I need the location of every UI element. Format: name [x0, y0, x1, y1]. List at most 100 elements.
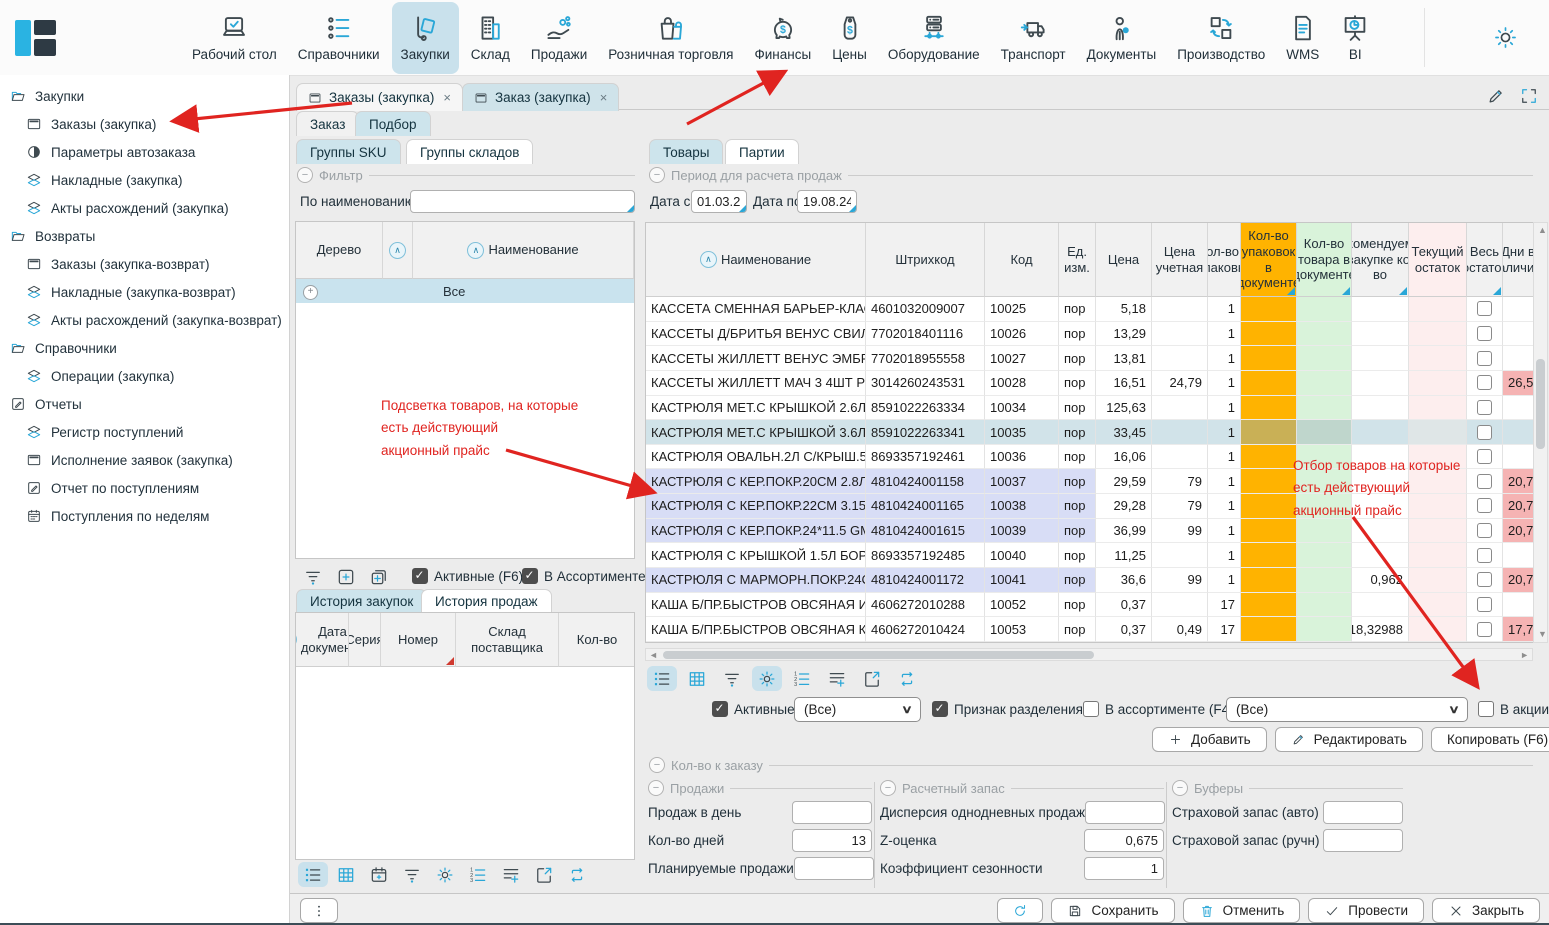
module-item[interactable]: BI: [1331, 2, 1379, 74]
column-header[interactable]: Штрихкод: [866, 223, 985, 297]
assortment-filter-select[interactable]: (Все) ∨: [1226, 697, 1468, 722]
column-header[interactable]: Цена учетная: [1152, 223, 1208, 297]
plus-box-icon-button[interactable]: [331, 564, 361, 589]
field-input[interactable]: [792, 801, 872, 824]
export-icon-button[interactable]: [857, 666, 887, 691]
subtab[interactable]: Заказ: [296, 111, 359, 136]
product-row[interactable]: КАССЕТА СМЕННАЯ БАРЬЕР-КЛАССИ46010320090…: [646, 297, 1534, 322]
product-row[interactable]: КАСТРЮЛЯ С МАРМОРН.ПОКР.24СМ481042400117…: [646, 568, 1534, 593]
tab-warehouse-groups[interactable]: Группы складов: [406, 139, 533, 164]
assortment-f4-checkbox[interactable]: В ассортименте (F4): [1083, 701, 1234, 717]
product-row[interactable]: КАССЕТЫ ЖИЛЛЕТТ ВЕНУС ЭМБРАС770201895555…: [646, 346, 1534, 371]
sidebar-item[interactable]: Накладные (закупка-возврат): [0, 278, 289, 306]
column-header[interactable]: Ед. изм.: [1059, 223, 1096, 297]
product-row[interactable]: КАСТРЮЛЯ С КЕР.ПОКР.24*11.5 GM-481042400…: [646, 519, 1534, 544]
sidebar-item[interactable]: Накладные (закупка): [0, 166, 289, 194]
sku-tree-root-row[interactable]: +Все: [296, 279, 634, 303]
addlist-icon-button[interactable]: [496, 862, 526, 887]
funnel-icon-button[interactable]: [397, 862, 427, 887]
row-checkbox[interactable]: [1477, 400, 1492, 415]
sidebar-item[interactable]: Акты расхождений (закупка): [0, 194, 289, 222]
sort-asc-icon[interactable]: ∧: [389, 242, 406, 259]
row-checkbox[interactable]: [1477, 548, 1492, 563]
funnel-icon-button[interactable]: [717, 666, 747, 691]
collapse-icon[interactable]: −: [880, 780, 896, 796]
date-from-input[interactable]: [691, 190, 747, 213]
module-item[interactable]: Документы: [1078, 2, 1166, 74]
active-checkbox[interactable]: Активные: [712, 701, 795, 717]
sidebar-item[interactable]: Поступления по неделям: [0, 502, 289, 530]
column-header[interactable]: Текущий остаток: [1409, 223, 1467, 297]
sidebar-item[interactable]: Заказы (закупка-возврат): [0, 250, 289, 278]
row-checkbox[interactable]: [1477, 351, 1492, 366]
vscroll-thumb[interactable]: [1536, 359, 1545, 449]
numlist-icon-button[interactable]: 123: [787, 666, 817, 691]
product-row[interactable]: КАСТРЮЛЯ МЕТ.С КРЫШКОЙ 2.6Л Ч85910222633…: [646, 396, 1534, 421]
sidebar-item[interactable]: Справочники: [0, 334, 289, 362]
loop-icon-button[interactable]: [892, 666, 922, 691]
product-row[interactable]: КАССЕТЫ ЖИЛЛЕТТ МАЧ 3 4ШТ РП301426024353…: [646, 371, 1534, 396]
module-item[interactable]: Оборудование: [879, 2, 989, 74]
row-checkbox[interactable]: [1477, 425, 1492, 440]
grid-icon-button[interactable]: [682, 666, 712, 691]
row-checkbox[interactable]: [1477, 375, 1492, 390]
module-item[interactable]: Продажи: [522, 2, 596, 74]
expand-icon[interactable]: +: [303, 285, 318, 300]
active-f6-checkbox[interactable]: Активные (F6): [412, 568, 523, 584]
grid-icon-button[interactable]: [331, 862, 361, 887]
tab-lots[interactable]: Партии: [725, 139, 799, 164]
field-input[interactable]: [1084, 829, 1164, 852]
column-header[interactable]: Склад поставщика: [456, 613, 559, 667]
gear-icon-button[interactable]: [430, 862, 460, 887]
field-input[interactable]: [1323, 801, 1403, 824]
module-item[interactable]: Транспорт: [992, 2, 1075, 74]
module-item[interactable]: Закупки: [392, 2, 459, 74]
gear-icon-button[interactable]: [752, 666, 782, 691]
tab-items[interactable]: Товары: [649, 139, 723, 164]
module-item[interactable]: WMS: [1277, 2, 1328, 74]
sidebar-item[interactable]: Регистр поступлений: [0, 418, 289, 446]
row-checkbox[interactable]: [1477, 572, 1492, 587]
sidebar-item[interactable]: Параметры автозаказа: [0, 138, 289, 166]
sort-asc-icon[interactable]: ∧: [467, 242, 484, 259]
field-input[interactable]: [1323, 829, 1403, 852]
document-tab[interactable]: Заказ (закупка)×: [462, 83, 619, 111]
split-flag-checkbox[interactable]: Признак разделения: [932, 701, 1083, 717]
collapse-icon[interactable]: −: [649, 167, 665, 183]
export-icon-button[interactable]: [529, 862, 559, 887]
refresh-button[interactable]: [997, 898, 1043, 923]
theme-toggle-button[interactable]: [1492, 24, 1519, 51]
active-filter-select[interactable]: (Все) ∨: [794, 697, 921, 722]
sidebar-item[interactable]: Операции (закупка): [0, 362, 289, 390]
multi-add-icon-button[interactable]: [364, 564, 394, 589]
column-header[interactable]: Номер: [381, 613, 456, 667]
column-header[interactable]: Дерево: [296, 222, 383, 279]
field-input[interactable]: [794, 857, 874, 880]
product-row[interactable]: КАССЕТЫ Д/БРИТЬЯ ВЕНУС СВИЛ СП7702018401…: [646, 322, 1534, 347]
hscroll-thumb[interactable]: [663, 651, 1094, 659]
column-header[interactable]: Рекомендуемое к закупке кол-во: [1352, 223, 1409, 297]
column-header[interactable]: Кол-во товара в документе: [1297, 223, 1352, 297]
fullscreen-icon[interactable]: [1519, 86, 1539, 106]
post-button[interactable]: Провести: [1308, 898, 1424, 923]
column-header[interactable]: Серия: [349, 613, 381, 667]
loop-icon-button[interactable]: [562, 862, 592, 887]
column-header[interactable]: Кол-во: [559, 613, 635, 667]
collapse-icon[interactable]: −: [1172, 780, 1188, 796]
product-row[interactable]: КАША Б/ПР.БЫСТРОВ ОВСЯНАЯ ИЗЮ46062720102…: [646, 593, 1534, 618]
listview-icon-button[interactable]: [647, 666, 677, 691]
cancel-button[interactable]: Отменить: [1183, 898, 1301, 923]
sidebar-item[interactable]: Акты расхождений (закупка-возврат): [0, 306, 289, 334]
save-button[interactable]: Сохранить: [1051, 898, 1174, 923]
column-header[interactable]: Код: [985, 223, 1059, 297]
assortment-checkbox[interactable]: В Ассортименте: [522, 568, 646, 584]
product-row[interactable]: КАША Б/ПР.БЫСТРОВ ОВСЯНАЯ КЛУ46062720104…: [646, 617, 1534, 642]
tab-purchase-history[interactable]: История закупок: [296, 589, 427, 612]
field-input[interactable]: [1085, 801, 1165, 824]
sort-asc-icon[interactable]: ∧: [700, 251, 717, 268]
addlist-icon-button[interactable]: [822, 666, 852, 691]
copy-button[interactable]: Копировать (F6): [1431, 727, 1549, 752]
field-input[interactable]: [792, 829, 872, 852]
module-item[interactable]: Справочники: [289, 2, 389, 74]
close-icon[interactable]: ×: [600, 90, 608, 105]
